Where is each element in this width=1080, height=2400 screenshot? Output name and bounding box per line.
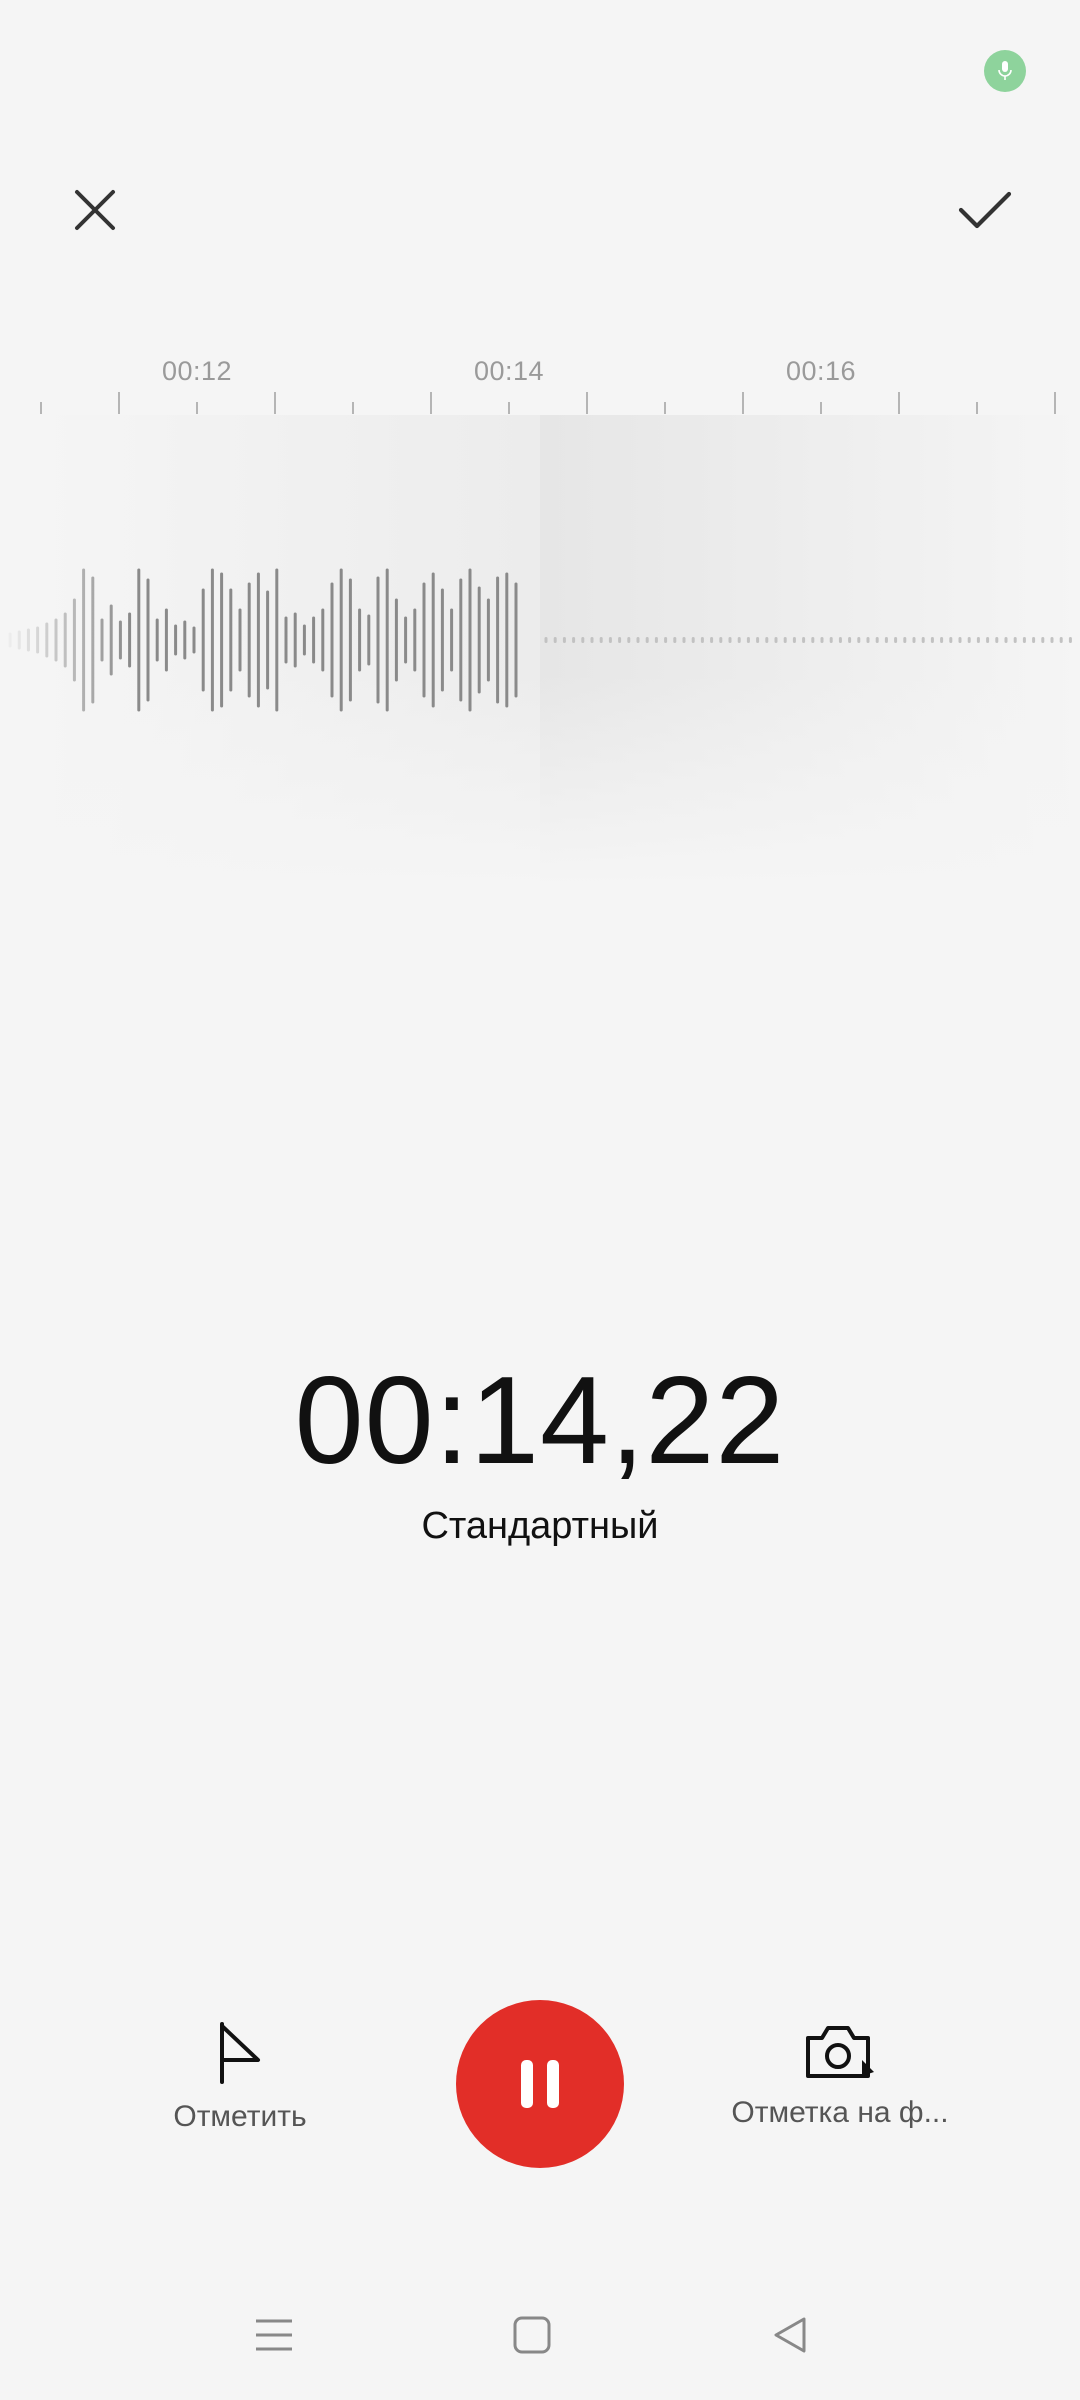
close-icon: [75, 190, 115, 230]
mark-button[interactable]: Отметить: [140, 2020, 340, 2134]
photo-mark-button[interactable]: Отметка на ф...: [710, 2020, 970, 2130]
pause-icon: [521, 2060, 559, 2108]
waveform-canvas: [0, 392, 1080, 885]
flag-icon: [220, 2022, 260, 2084]
recording-screen: 00:12 00:14 00:16 00:14,22 Стандартный О…: [0, 0, 1080, 2400]
mark-label: Отметить: [173, 2100, 307, 2133]
mic-icon: [998, 61, 1012, 80]
back-icon: [774, 2317, 806, 2353]
waveform-timeline[interactable]: 00:12 00:14 00:16: [0, 340, 1080, 900]
check-icon: [958, 191, 1012, 229]
close-button[interactable]: [40, 155, 150, 265]
mic-active-indicator: [984, 50, 1026, 92]
elapsed-time: 00:14,22: [294, 1352, 786, 1490]
home-icon: [513, 2316, 551, 2354]
pause-button[interactable]: [456, 2000, 624, 2168]
menu-icon: [256, 2319, 292, 2351]
nav-menu-button[interactable]: [234, 2300, 314, 2370]
tick-label-1: 00:12: [161, 356, 233, 386]
recording-mode[interactable]: Стандартный: [0, 1505, 1080, 1548]
confirm-button[interactable]: [930, 155, 1040, 265]
camera-icon: [806, 2026, 874, 2078]
photo-mark-label: Отметка на ф...: [731, 2096, 949, 2129]
system-navigation-bar: [0, 2280, 1080, 2390]
tick-label-3: 00:16: [785, 356, 857, 386]
nav-back-button[interactable]: [750, 2300, 830, 2370]
tick-label-2: 00:14: [473, 356, 545, 386]
nav-home-button[interactable]: [492, 2300, 572, 2370]
